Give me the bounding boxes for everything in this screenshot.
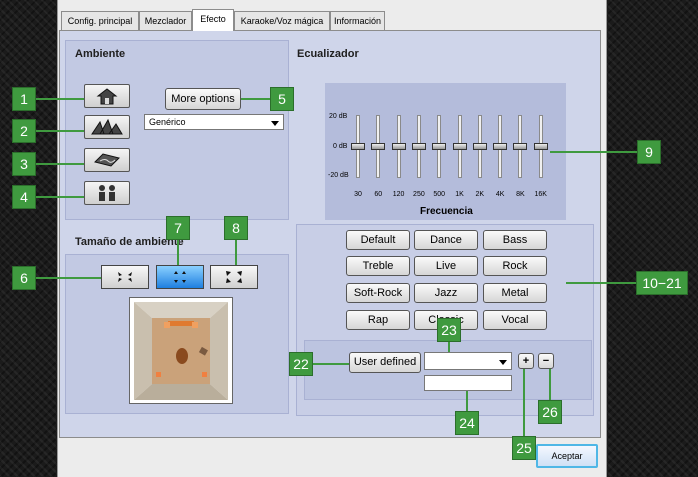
ambient-home-button[interactable] [84,84,130,108]
tab-efecto[interactable]: Efecto [192,9,234,31]
room-preview [129,297,233,404]
eq-preset-button[interactable]: Live [414,256,478,276]
landscape-icon [94,153,120,167]
callout-24-line [466,391,468,411]
eq-slider-knob[interactable] [513,142,528,150]
aceptar-button[interactable]: Aceptar [536,444,598,468]
minus-icon: − [542,355,550,367]
eq-slider-knob[interactable] [351,142,365,150]
eq-preset-button[interactable]: Jazz [414,283,478,303]
callout-22: 22 [289,352,313,376]
eq-slider-knob[interactable] [432,142,447,150]
callout-10-21: 10−21 [636,271,688,295]
ambiente-preset-select[interactable]: Genérico [144,114,284,130]
tab-config-principal[interactable]: Config. principal [61,11,139,30]
callout-25: 25 [512,436,536,460]
eq-preset-button[interactable]: Dance [414,230,478,250]
plus-icon: + [522,355,530,367]
opera-house-icon [91,119,123,135]
callout-5: 5 [270,87,294,111]
callout-1: 1 [12,87,36,111]
ecualizador-title: Ecualizador [297,48,359,60]
callout-26-line [549,369,551,400]
callout-2: 2 [12,119,36,143]
preset-name-input[interactable] [424,375,512,391]
callout-6-line [36,277,101,279]
callout-2-line [36,130,84,132]
eq-slider-knob[interactable] [391,142,406,150]
eq-frequency-label: 16K [534,191,547,198]
chevron-down-icon [271,121,279,126]
callout-23: 23 [437,318,461,342]
room-3d-illustration [134,302,228,400]
add-preset-button[interactable]: + [518,353,534,369]
eq-db-bottom: -20 dB [328,172,349,179]
eq-preset-button[interactable]: Default [346,230,410,250]
tab-informacion[interactable]: Información [330,11,385,30]
callout-8-line [235,240,237,265]
eq-slider-knob[interactable] [411,142,426,150]
eq-preset-button[interactable]: Bass [483,230,547,250]
callout-6: 6 [12,266,36,290]
callout-4: 4 [12,185,36,209]
arrows-inward-icon [118,272,132,282]
ambient-people-button[interactable] [84,181,130,205]
callout-26: 26 [538,400,562,424]
room-size-small-button[interactable] [101,265,149,289]
remove-preset-button[interactable]: − [538,353,554,369]
callout-5-line [241,98,270,100]
eq-slider-knob[interactable] [472,142,487,150]
callout-25-line [523,369,525,436]
callout-3: 3 [12,152,36,176]
callout-10-21-line [566,282,636,284]
eq-db-mid: 0 dB [333,143,348,150]
eq-slider-knob[interactable] [452,142,467,150]
tab-karaoke[interactable]: Karaoke/Voz mágica [234,11,330,30]
callout-23-line [448,342,450,352]
ambiente-preset-value: Genérico [149,117,186,127]
eq-xlabel: Frecuencia [420,206,473,217]
arrows-outward-icon [226,271,242,283]
eq-db-top: 20 dB [329,113,348,120]
more-options-button[interactable]: More options [165,88,241,110]
user-defined-button[interactable]: User defined [349,352,421,373]
arrows-medium-icon [174,271,186,283]
callout-9-line [550,151,637,153]
house-icon [96,88,118,105]
callout-24: 24 [455,411,479,435]
user-preset-select[interactable] [424,352,512,370]
eq-preset-button[interactable]: Metal [483,283,547,303]
room-size-medium-button[interactable] [156,265,204,289]
eq-preset-button[interactable]: Rock [483,256,547,276]
eq-preset-button[interactable]: Rap [346,310,410,330]
callout-8: 8 [224,216,248,240]
callout-4-line [36,196,84,198]
ambiente-title: Ambiente [75,48,126,60]
callout-9: 9 [637,140,661,164]
callout-22-line [313,363,349,365]
callout-3-line [36,163,84,165]
tab-mezclador[interactable]: Mezclador [139,11,192,30]
chevron-down-icon [499,360,507,365]
eq-preset-button[interactable]: Soft-Rock [346,283,410,303]
callout-7: 7 [166,216,190,240]
equalizer-panel [325,83,566,220]
eq-preset-button[interactable]: Treble [346,256,410,276]
eq-slider-knob[interactable] [493,142,508,150]
eq-slider-knob[interactable] [533,142,548,150]
ambient-concert-hall-button[interactable] [84,115,130,139]
callout-1-line [36,98,84,100]
ambient-outdoor-button[interactable] [84,148,130,172]
callout-7-line [177,240,179,265]
eq-preset-button[interactable]: Vocal [483,310,547,330]
room-size-large-button[interactable] [210,265,258,289]
eq-slider-knob[interactable] [371,142,386,150]
people-icon [99,185,115,201]
